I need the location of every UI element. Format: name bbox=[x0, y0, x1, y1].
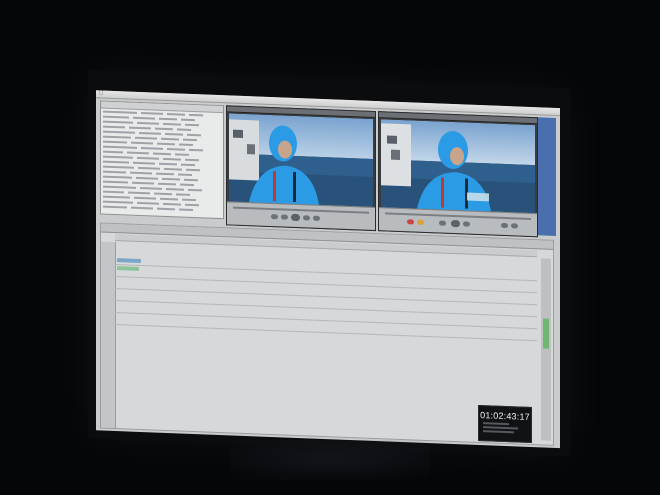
track-headers bbox=[101, 241, 116, 429]
timecode-details bbox=[483, 422, 527, 436]
viewer-transport bbox=[227, 201, 375, 231]
rewind-button[interactable] bbox=[271, 214, 278, 220]
scrollbar-thumb[interactable] bbox=[543, 318, 549, 349]
mark-out-icon[interactable] bbox=[417, 219, 424, 225]
monitor:  bbox=[88, 70, 570, 457]
canvas-rewind-button[interactable] bbox=[439, 220, 446, 226]
browser-panel bbox=[100, 100, 224, 220]
timecode-overlay: 01:02:43:17 bbox=[478, 404, 532, 444]
play-button[interactable] bbox=[291, 213, 300, 222]
canvas-option-button[interactable] bbox=[501, 222, 508, 229]
step-forward-button[interactable] bbox=[303, 215, 310, 221]
apple-icon[interactable]:  bbox=[99, 90, 104, 97]
editing-app-screen:  bbox=[96, 90, 560, 449]
timeline-scrollbar[interactable] bbox=[541, 258, 551, 441]
canvas-panel bbox=[378, 111, 538, 238]
viewer-scrubber[interactable] bbox=[233, 206, 369, 214]
video-clip[interactable] bbox=[117, 258, 141, 264]
canvas-forward-button[interactable] bbox=[463, 221, 470, 227]
fast-forward-button[interactable] bbox=[313, 215, 320, 221]
viewer-frame bbox=[229, 113, 373, 207]
canvas-frame-image bbox=[381, 119, 535, 214]
canvas-transport bbox=[379, 207, 537, 237]
video-frame-image bbox=[229, 113, 373, 207]
audio-clip[interactable] bbox=[117, 266, 139, 271]
mark-in-icon[interactable] bbox=[407, 219, 414, 225]
step-back-button[interactable] bbox=[281, 214, 288, 220]
browser-list bbox=[103, 110, 221, 217]
timecode-display: 01:02:43:17 bbox=[480, 410, 530, 422]
viewer-panel bbox=[226, 105, 376, 232]
canvas-option-button[interactable] bbox=[511, 223, 518, 229]
desk-shadow bbox=[230, 440, 430, 480]
desktop-edge bbox=[538, 117, 556, 236]
canvas-play-button[interactable] bbox=[451, 219, 460, 228]
canvas-frame bbox=[381, 119, 535, 214]
